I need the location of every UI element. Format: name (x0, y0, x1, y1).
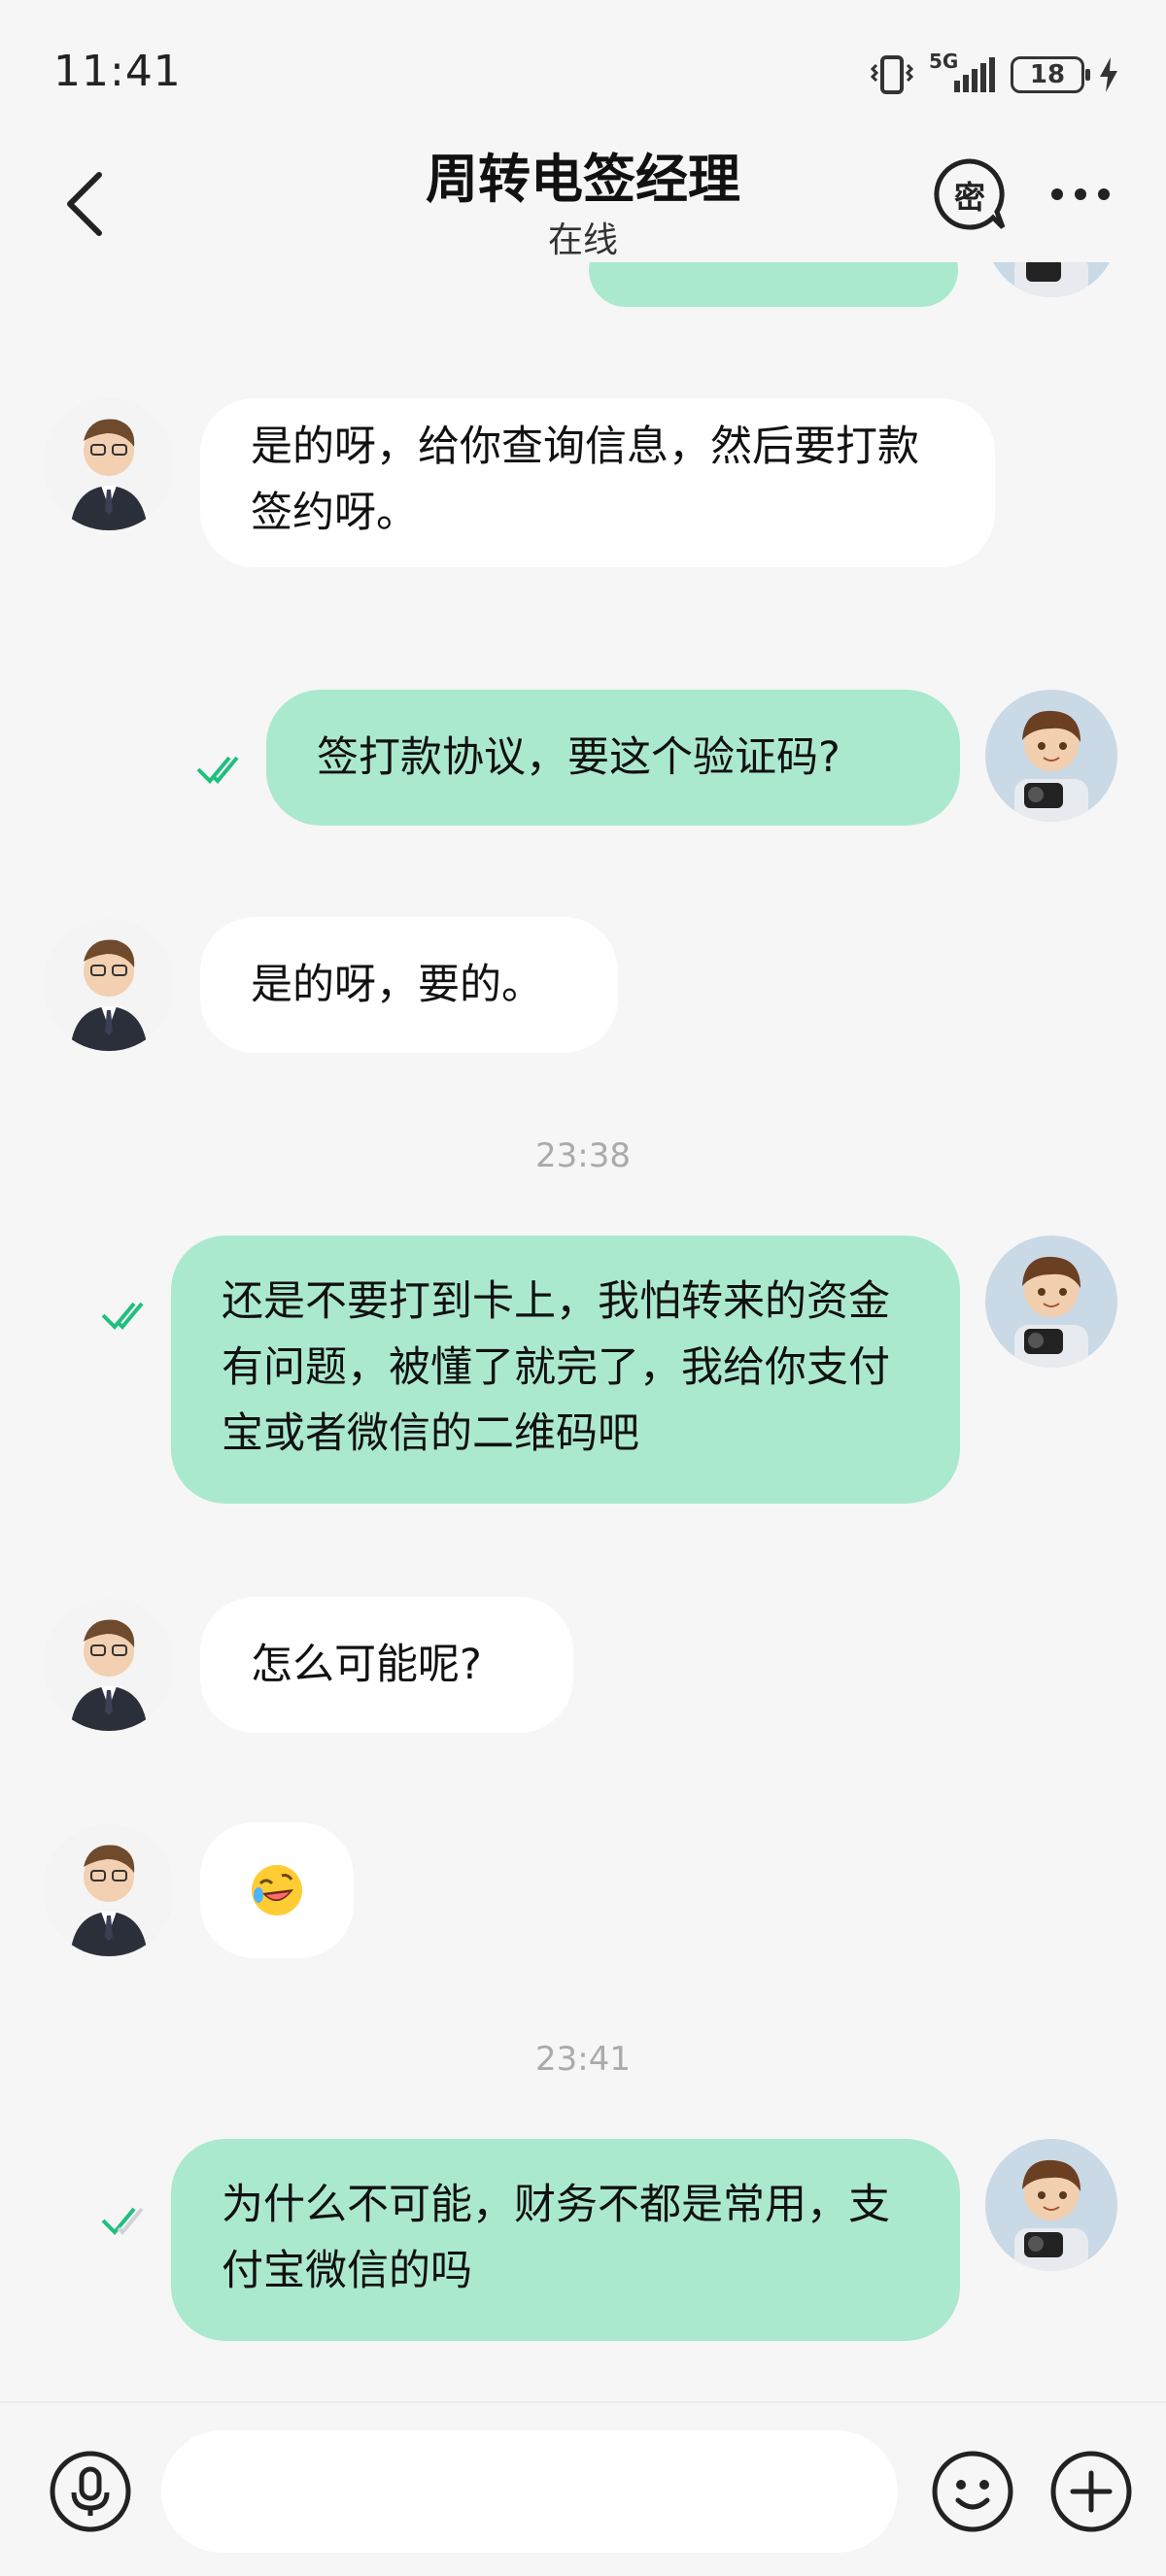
message-text: 怎么可能呢? (251, 1641, 482, 1689)
signal-icon: 5G (929, 50, 997, 96)
status-time: 11:41 (53, 47, 182, 96)
message-bubble-outgoing[interactable]: 还是不要打到卡上，我怕转来的资金有问题，被懂了就完了，我给你支付宝或者微信的二维… (171, 1236, 960, 1504)
chat-area[interactable]: 是的呀，给你查询信息，然后要打款签约呀。 签打款协议，要这个验证码? 是的呀，要… (0, 165, 1166, 2399)
contact-avatar[interactable] (43, 1824, 175, 1956)
status-bar: 11:41 5G 18 (0, 0, 1166, 146)
sent-check-icon (101, 2207, 144, 2235)
message-text: 还是不要打到卡上，我怕转来的资金有问题，被懂了就完了，我给你支付宝或者微信的二维… (222, 1277, 890, 1458)
contact-avatar[interactable] (43, 398, 175, 530)
timestamp: 23:41 (535, 2040, 631, 2079)
message-text: 是的呀，要的。 (251, 961, 543, 1009)
message-bubble-outgoing[interactable]: 签打款协议，要这个验证码? (266, 690, 960, 826)
my-avatar[interactable] (985, 1236, 1117, 1368)
chat-header: 周转电签经理 在线 密 (0, 136, 1166, 262)
read-double-check-icon (196, 756, 239, 784)
message-text: 为什么不可能，财务不都是常用，支付宝微信的吗 (222, 2181, 890, 2295)
charging-icon (1100, 57, 1117, 92)
message-input[interactable] (161, 2430, 898, 2553)
secret-chat-button[interactable]: 密 (933, 157, 1007, 231)
my-avatar[interactable] (985, 2139, 1117, 2271)
message-bubble-incoming[interactable]: 是的呀，给你查询信息，然后要打款签约呀。 (200, 398, 995, 567)
emoji-icon[interactable] (931, 2450, 1014, 2533)
my-avatar[interactable] (985, 690, 1117, 822)
more-options-icon[interactable] (1049, 175, 1112, 214)
contact-avatar[interactable] (43, 1599, 175, 1731)
timestamp: 23:38 (535, 1136, 631, 1175)
vibrate-icon (870, 55, 914, 94)
read-double-check-icon (101, 1302, 144, 1330)
add-attachment-icon[interactable] (1049, 2450, 1133, 2533)
message-text: 签打款协议，要这个验证码? (317, 733, 840, 782)
voice-input-icon[interactable] (49, 2450, 132, 2533)
battery-level: 18 (1029, 60, 1066, 89)
rolling-laughing-emoji-icon (252, 1865, 302, 1915)
message-text: 是的呀，给你查询信息，然后要打款签约呀。 (251, 423, 919, 537)
battery-icon: 18 (1011, 56, 1090, 93)
contact-avatar[interactable] (43, 919, 175, 1051)
status-icons: 5G 18 (869, 50, 1119, 99)
secret-chat-label: 密 (953, 179, 985, 216)
message-bubble-incoming[interactable]: 是的呀，要的。 (200, 917, 618, 1053)
message-bubble-incoming-emoji[interactable] (200, 1822, 354, 1958)
message-bubble-outgoing[interactable]: 为什么不可能，财务不都是常用，支付宝微信的吗 (171, 2139, 960, 2341)
input-bar (0, 2401, 1166, 2576)
message-bubble-incoming[interactable]: 怎么可能呢? (200, 1597, 573, 1733)
